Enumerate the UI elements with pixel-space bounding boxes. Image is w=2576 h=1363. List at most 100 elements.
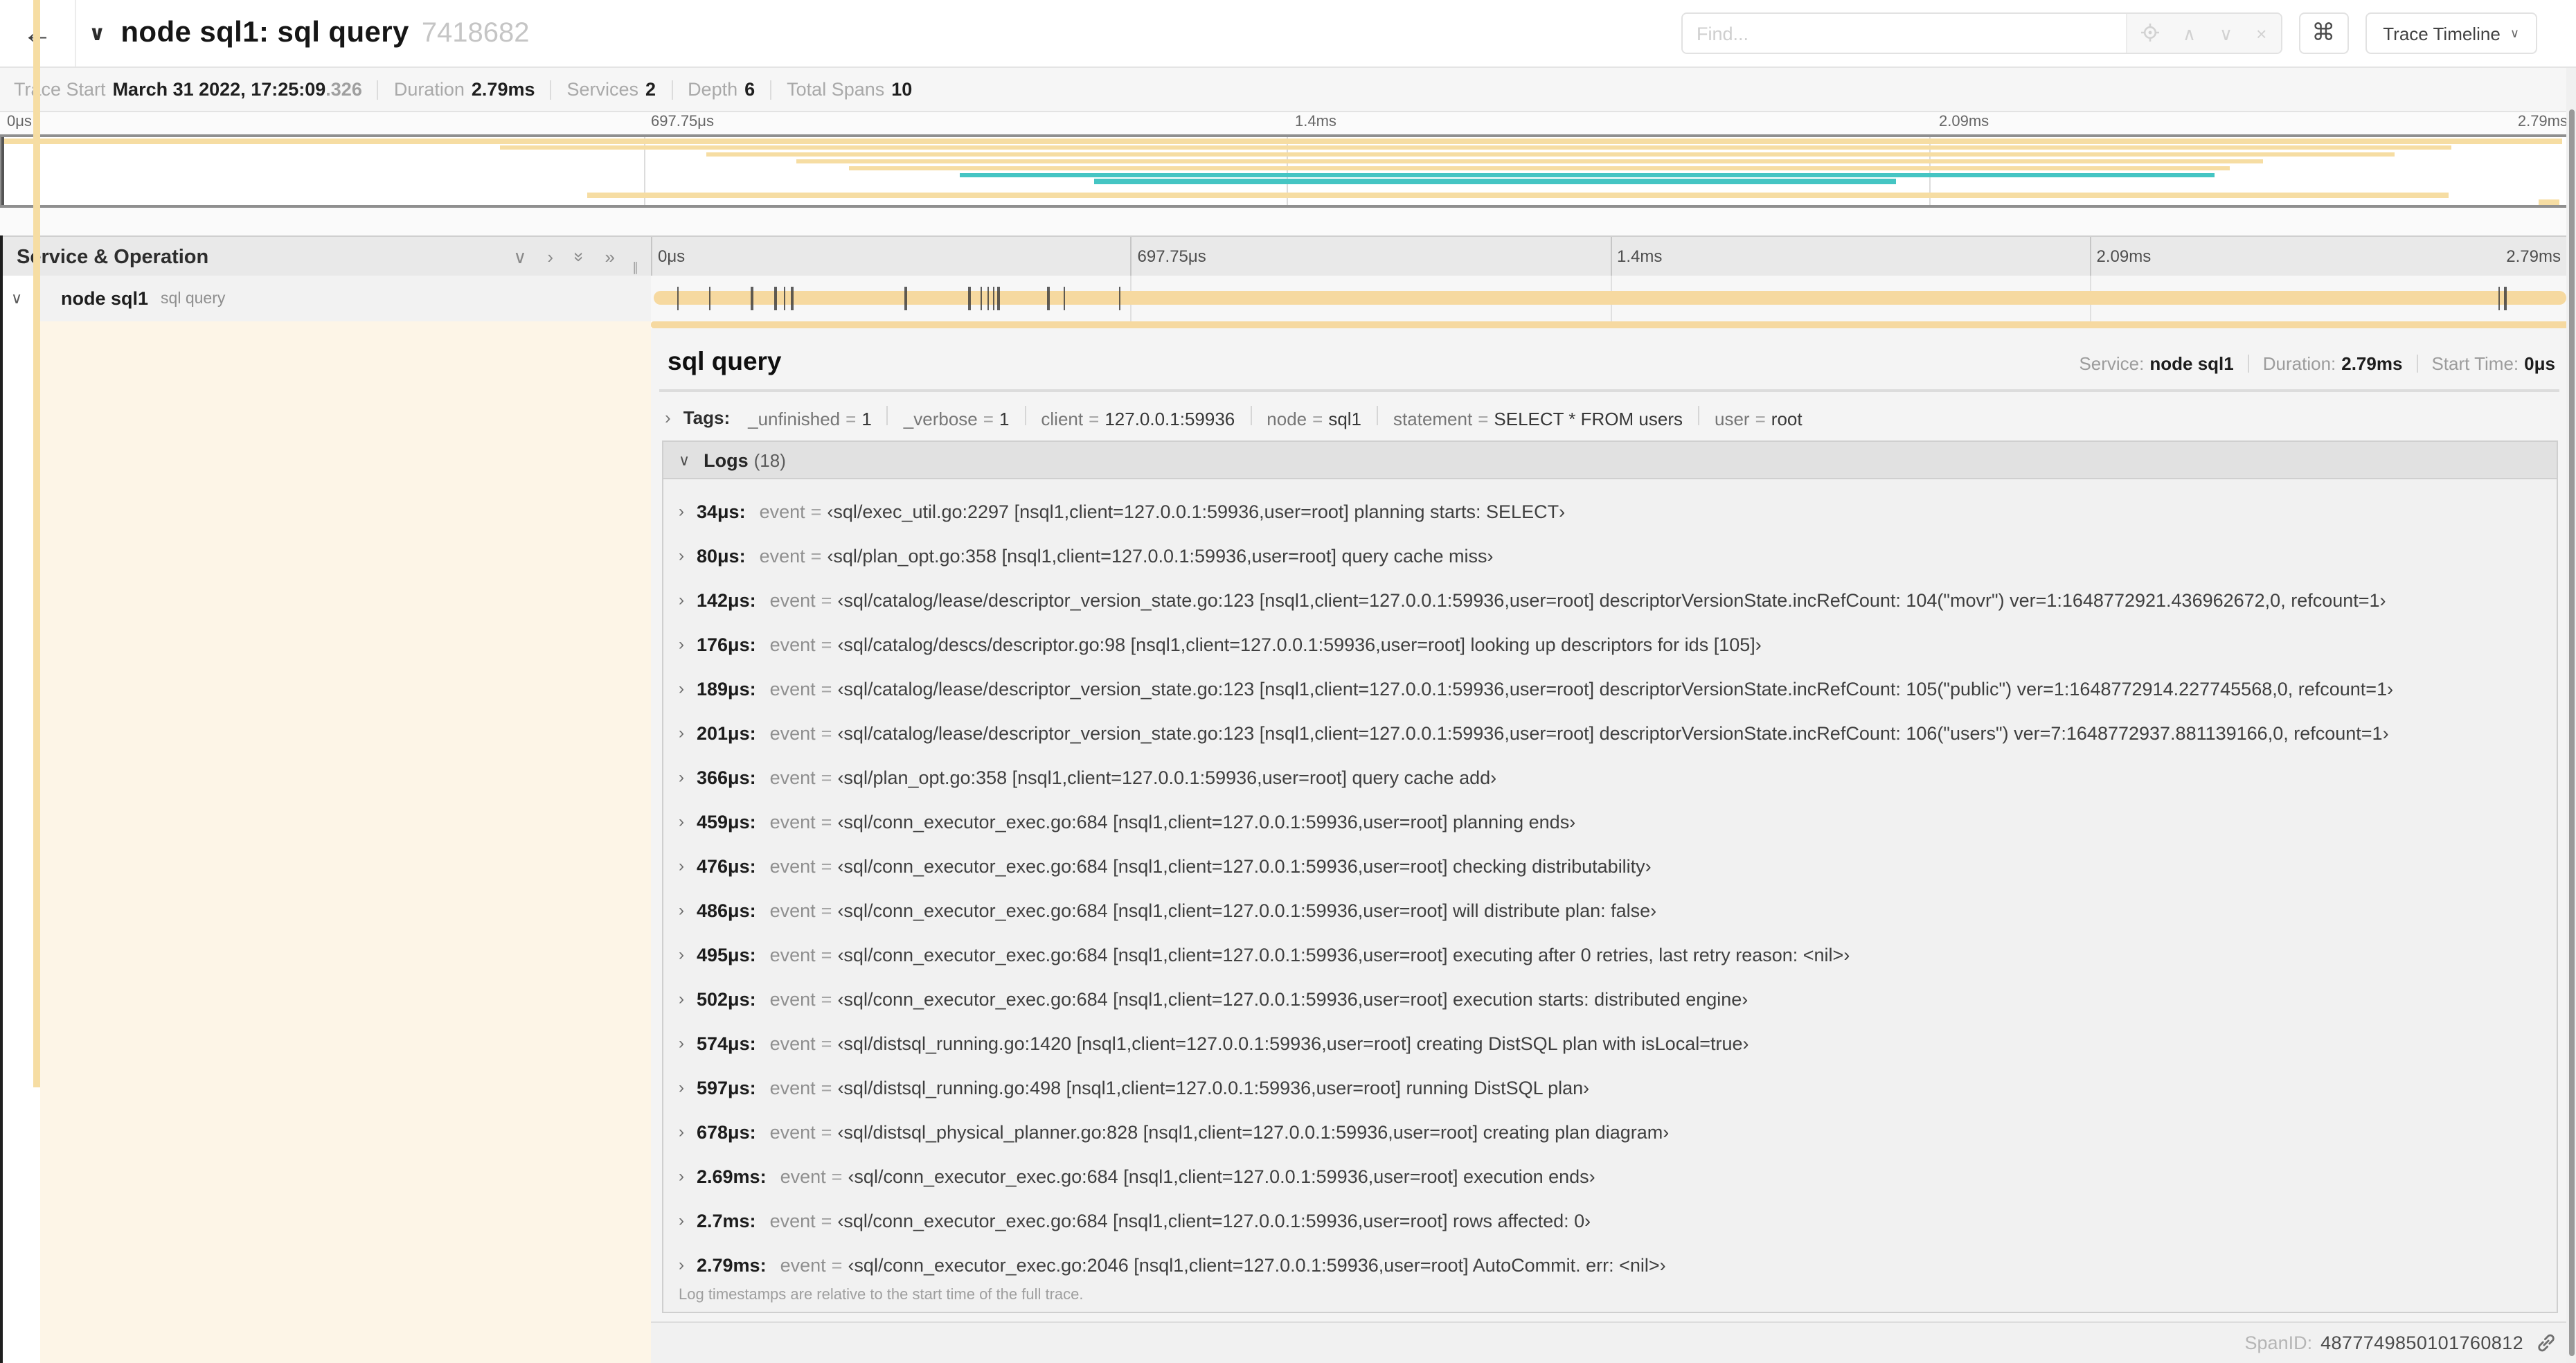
collapse-one-icon[interactable]: ∨ (513, 248, 526, 266)
log-timestamp: 2.7ms: (697, 1210, 756, 1231)
time-tick-label: 697.75μs (1137, 247, 1206, 266)
log-row[interactable]: › 142μs: event = ‹sql/catalog/lease/descript… (663, 578, 2557, 622)
time-tick-label: 2.09ms (2096, 247, 2152, 266)
log-field-key: event (759, 545, 805, 566)
tag-divider (1024, 405, 1026, 425)
trace-id-short: 7418682 (421, 17, 530, 48)
span-collapse-toggle[interactable]: ∨ (0, 276, 33, 321)
minimap-span-bar (587, 193, 2449, 198)
span-duration-bar[interactable] (654, 286, 2566, 310)
log-row[interactable]: › 495μs: event = ‹sql/conn_executor_exec.go:… (663, 932, 2557, 977)
chevron-right-icon: › (679, 856, 684, 875)
timeline-header: Service & Operation ∨ › » » ∥ 0μs 697.75μ… (0, 235, 2576, 277)
tag-value: root (1771, 408, 1803, 429)
log-row[interactable]: › 2.79ms: event = ‹sql/conn_executor_exec.go… (663, 1242, 2557, 1287)
find-input[interactable] (1683, 14, 2126, 53)
time-tick-label: 0μs (658, 247, 686, 266)
log-row[interactable]: › 34μs: event = ‹sql/exec_util.go:2297 [nsql… (663, 489, 2557, 533)
log-timestamp: 189μs: (697, 678, 756, 699)
chevron-right-icon: › (679, 501, 684, 521)
trace-view-dropdown[interactable]: Trace Timeline ∨ (2365, 12, 2537, 54)
logs-header[interactable]: ∨ Logs (18) (663, 442, 2557, 479)
expand-one-icon[interactable]: › (547, 248, 553, 266)
log-marker-tick (708, 286, 710, 310)
meta-divider (2416, 355, 2418, 373)
log-row[interactable]: › 366μs: event = ‹sql/plan_opt.go:358 [nsql1… (663, 755, 2557, 799)
log-marker-tick (968, 286, 971, 310)
chevron-right-icon: › (679, 812, 684, 831)
keyboard-shortcuts-button[interactable]: ⌘ (2298, 12, 2349, 54)
collapse-controls: ∨ › » » (513, 237, 615, 277)
log-field-value: ‹sql/conn_executor_exec.go:684 [nsql1,cl… (837, 900, 1657, 920)
log-field-value: ‹sql/catalog/lease/descriptor_version_st… (837, 678, 2394, 699)
log-field-key: event (759, 501, 805, 522)
tag-equals: = (1312, 408, 1323, 429)
spanid-label: SpanID: (2244, 1333, 2313, 1353)
log-field-key: event (769, 900, 816, 920)
detail-row-span-bar (651, 321, 2569, 328)
log-row[interactable]: › 597μs: event = ‹sql/distsql_running.go:498… (663, 1065, 2557, 1110)
tag-key: user (1715, 408, 1750, 429)
find-clear-icon[interactable]: × (2256, 24, 2266, 42)
log-row[interactable]: › 678μs: event = ‹sql/distsql_physical_plann… (663, 1110, 2557, 1154)
log-timestamp: 486μs: (697, 900, 756, 920)
chevron-right-icon: › (665, 407, 671, 427)
expand-all-icon[interactable]: » (605, 248, 615, 266)
span-name-cell[interactable]: node sql1 sql query (40, 276, 651, 323)
log-row[interactable]: › 502μs: event = ‹sql/conn_executor_exec.go:… (663, 977, 2557, 1021)
trace-collapse-chevron-icon[interactable]: ∨ (89, 21, 105, 46)
log-marker-tick (2504, 286, 2507, 310)
log-marker-tick (783, 286, 785, 310)
log-row[interactable]: › 486μs: event = ‹sql/conn_executor_exec.go:… (663, 888, 2557, 932)
service-color-accent (33, 0, 40, 1087)
log-row[interactable]: › 189μs: event = ‹sql/catalog/lease/descript… (663, 666, 2557, 711)
log-timestamp: 678μs: (697, 1121, 756, 1142)
summary-divider (770, 80, 772, 99)
tag-divider (1377, 405, 1379, 425)
log-row[interactable]: › 201μs: event = ‹sql/catalog/lease/descript… (663, 711, 2557, 755)
focus-target-icon[interactable] (2141, 23, 2159, 44)
find-prev-icon[interactable]: ∧ (2183, 24, 2196, 42)
minimap-span-bar (960, 172, 2215, 178)
log-timestamp: 476μs: (697, 855, 756, 876)
log-field-key: event (780, 1254, 826, 1275)
service-label: Service: (2079, 353, 2145, 374)
log-equals: = (810, 501, 822, 522)
tag-item: user = root (1715, 408, 1803, 429)
services-value: 2 (645, 79, 656, 100)
find-box: ∧ ∨ × (1681, 12, 2282, 54)
tag-divider (886, 405, 888, 425)
logs-accordion: ∨ Logs (18) › 34μs: event = ‹sql/exec_util.g… (662, 440, 2558, 1313)
log-timestamp: 2.79ms: (697, 1254, 767, 1275)
log-row[interactable]: › 574μs: event = ‹sql/distsql_running.go:142… (663, 1021, 2557, 1065)
column-resize-grip[interactable]: ∥ (632, 260, 640, 276)
log-row[interactable]: › 2.7ms: event = ‹sql/conn_executor_exec.go:… (663, 1198, 2557, 1242)
log-field-value: ‹sql/distsql_physical_planner.go:828 [ns… (837, 1121, 1670, 1142)
log-equals: = (821, 1210, 832, 1231)
minimap-canvas[interactable] (0, 134, 2573, 208)
minimap-time-labels: 0μs 697.75μs 1.4ms 2.09ms 2.79ms (0, 112, 2576, 134)
deep-link-icon[interactable] (2536, 1333, 2557, 1353)
minimap-left-scrubber[interactable] (1, 137, 4, 205)
log-row[interactable]: › 176μs: event = ‹sql/catalog/descs/descript… (663, 622, 2557, 666)
log-field-key: event (769, 1077, 816, 1098)
log-row[interactable]: › 2.69ms: event = ‹sql/conn_executor_exec.go… (663, 1154, 2557, 1198)
find-next-icon[interactable]: ∨ (2219, 24, 2233, 42)
log-timestamp: 574μs: (697, 1033, 756, 1053)
log-equals: = (810, 545, 822, 566)
log-row[interactable]: › 80μs: event = ‹sql/plan_opt.go:358 [nsql1,… (663, 533, 2557, 578)
scrollbar-thumb[interactable] (2568, 109, 2574, 1356)
minimap-span-bar (500, 145, 2451, 150)
collapse-all-icon[interactable]: » (569, 252, 589, 262)
time-tick-label: 1.4ms (1295, 114, 1336, 130)
log-field-value: ‹sql/catalog/descs/descriptor.go:98 [nsq… (837, 634, 1762, 654)
log-equals: = (821, 988, 832, 1009)
chevron-right-icon: › (679, 679, 684, 698)
log-row[interactable]: › 459μs: event = ‹sql/conn_executor_exec.go:… (663, 799, 2557, 844)
log-row[interactable]: › 476μs: event = ‹sql/conn_executor_exec.go:… (663, 844, 2557, 888)
tags-accordion[interactable]: › Tags: _unfinished = 1 _verbose = 1 client = 12… (665, 402, 2558, 432)
detail-name-column (40, 321, 651, 1363)
scrollbar-track[interactable] (2566, 68, 2576, 1363)
log-equals: = (831, 1254, 843, 1275)
ruler-divider (2089, 237, 2091, 277)
